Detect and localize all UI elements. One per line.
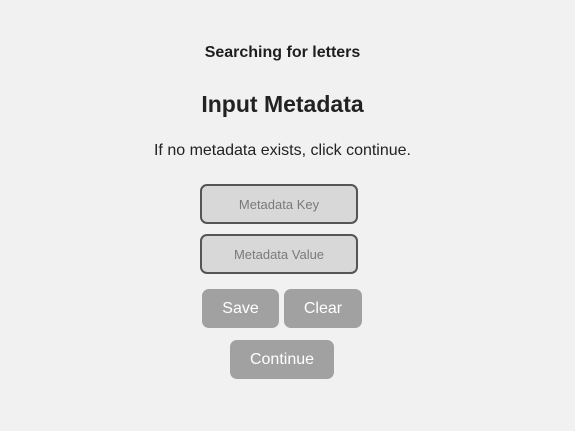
page-title: Input Metadata bbox=[201, 91, 364, 117]
metadata-value-input[interactable] bbox=[200, 234, 358, 274]
status-text: Searching for letters bbox=[204, 44, 361, 61]
clear-button[interactable]: Clear bbox=[284, 289, 362, 328]
continue-button[interactable]: Continue bbox=[230, 340, 334, 379]
instruction-text: If no metadata exists, click continue. bbox=[153, 142, 411, 159]
metadata-key-input[interactable] bbox=[200, 184, 358, 224]
save-button[interactable]: Save bbox=[202, 289, 279, 328]
